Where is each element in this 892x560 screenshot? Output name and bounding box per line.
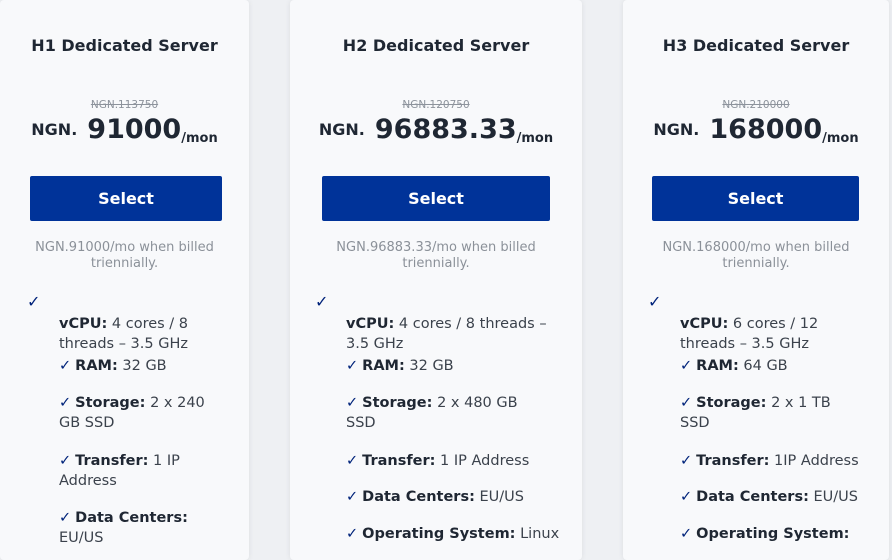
- check-icon: ✓: [680, 358, 693, 374]
- spec-datacenters: ✓ Data Centers: EU/US: [680, 489, 858, 505]
- price-period: /mon: [516, 131, 554, 146]
- old-price: NGN.113750: [90, 99, 159, 111]
- spec-transfer: ✓ Transfer: 1 IP Address: [59, 453, 180, 489]
- spec-transfer: ✓ Transfer: 1 IP Address: [346, 453, 530, 469]
- plan-title: H1 Dedicated Server: [31, 36, 218, 55]
- spec-vcpu: vCPU: 4 cores / 8 threads – 3.5 GHz: [346, 316, 547, 352]
- spec-datacenters: ✓ Data Centers: EU/US: [346, 489, 524, 505]
- plan-title: H2 Dedicated Server: [342, 36, 530, 55]
- price-row: NGN. 96883.33 /mon: [290, 112, 582, 148]
- spec-os: ✓ Operating System:: [680, 526, 850, 542]
- check-icon: ✓: [27, 292, 41, 311]
- select-button[interactable]: Select: [30, 176, 222, 221]
- spec-datacenters: ✓ Data Centers: EU/US: [59, 510, 188, 546]
- plan-card-h3: H3 Dedicated Server NGN.210000 NGN. 1680…: [623, 0, 889, 560]
- billing-note: NGN.96883.33/mo when billed triennially.: [336, 240, 536, 271]
- check-icon: ✓: [346, 489, 359, 505]
- check-icon: ✓: [346, 453, 359, 469]
- spec-storage: ✓ Storage: 2 x 240 GB SSD: [59, 395, 205, 431]
- price-row: NGN. 91000 /mon: [0, 112, 249, 148]
- spec-transfer: ✓ Transfer: 1IP Address: [680, 453, 859, 469]
- plan-card-h1: H1 Dedicated Server NGN.113750 NGN. 9100…: [0, 0, 249, 560]
- check-icon: ✓: [346, 358, 359, 374]
- price-amount: 91000: [87, 114, 182, 145]
- select-button[interactable]: Select: [652, 176, 859, 221]
- spec-storage: ✓ Storage: 2 x 1 TB SSD: [680, 395, 831, 431]
- check-icon: ✓: [648, 292, 662, 311]
- price-amount: 96883.33: [374, 114, 517, 145]
- check-icon: ✓: [346, 526, 359, 542]
- spec-ram: ✓ RAM: 32 GB: [59, 358, 167, 374]
- price-period: /mon: [181, 131, 218, 146]
- spec-vcpu: vCPU: 6 cores / 12 threads – 3.5 GHz: [680, 316, 819, 352]
- old-price: NGN.120750: [402, 99, 470, 111]
- check-icon: ✓: [315, 292, 329, 311]
- check-icon: ✓: [346, 395, 359, 411]
- select-button[interactable]: Select: [322, 176, 550, 221]
- spec-ram: ✓ RAM: 32 GB: [346, 358, 454, 374]
- check-icon: ✓: [680, 526, 693, 542]
- plan-card-h2: H2 Dedicated Server NGN.120750 NGN. 9688…: [290, 0, 582, 560]
- currency: NGN.: [31, 120, 78, 139]
- plan-title: H3 Dedicated Server: [662, 36, 850, 55]
- check-icon: ✓: [680, 489, 693, 505]
- old-price: NGN.210000: [722, 99, 790, 111]
- currency: NGN.: [318, 120, 365, 139]
- spec-os: ✓ Operating System: Linux: [346, 526, 560, 542]
- check-icon: ✓: [680, 453, 693, 469]
- price-amount: 168000: [709, 114, 823, 145]
- billing-note: NGN.168000/mo when billed triennially.: [662, 240, 850, 271]
- check-icon: ✓: [59, 395, 72, 411]
- price-row: NGN. 168000 /mon: [623, 112, 889, 148]
- spec-vcpu: vCPU: 4 cores / 8 threads – 3.5 GHz: [59, 316, 189, 352]
- currency: NGN.: [653, 120, 700, 139]
- price-period: /mon: [822, 131, 859, 146]
- spec-ram: ✓ RAM: 64 GB: [680, 358, 788, 374]
- spec-storage: ✓ Storage: 2 x 480 GB SSD: [346, 395, 518, 431]
- check-icon: ✓: [59, 453, 72, 469]
- check-icon: ✓: [59, 510, 72, 526]
- billing-note: NGN.91000/mo when billed triennially.: [35, 240, 214, 271]
- check-icon: ✓: [59, 358, 72, 374]
- check-icon: ✓: [680, 395, 693, 411]
